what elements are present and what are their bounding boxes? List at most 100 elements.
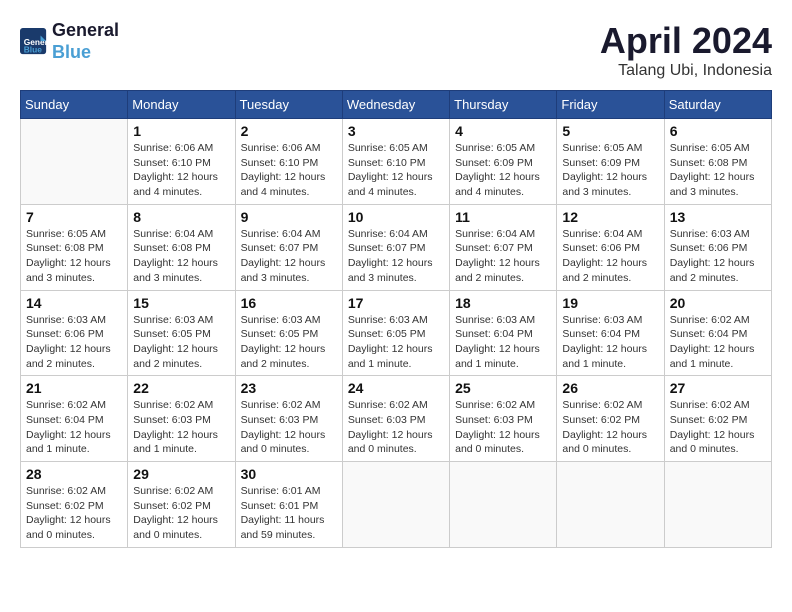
calendar-cell: 11Sunrise: 6:04 AM Sunset: 6:07 PM Dayli… xyxy=(450,204,557,290)
day-info: Sunrise: 6:03 AM Sunset: 6:06 PM Dayligh… xyxy=(26,313,122,372)
calendar-cell: 16 Sunrise: 6:03 AM Sunset: 6:05 PM Dayli… xyxy=(235,290,342,376)
day-number: 24 xyxy=(348,380,444,396)
calendar-cell xyxy=(664,462,771,548)
day-info: Sunrise: 6:02 AM Sunset: 6:03 PM Dayligh… xyxy=(348,398,444,457)
day-number: 8 xyxy=(133,209,229,225)
day-info: Sunrise: 6:02 AM Sunset: 6:03 PM Dayligh… xyxy=(241,398,337,457)
main-title: April 2024 xyxy=(600,20,772,62)
calendar-cell: 26Sunrise: 6:02 AM Sunset: 6:02 PM Dayli… xyxy=(557,376,664,462)
calendar-cell: 10Sunrise: 6:04 AM Sunset: 6:07 PM Dayli… xyxy=(342,204,449,290)
day-info: Sunrise: 6:02 AM Sunset: 6:03 PM Dayligh… xyxy=(455,398,551,457)
day-number: 7 xyxy=(26,209,122,225)
calendar-cell: 29Sunrise: 6:02 AM Sunset: 6:02 PM Dayli… xyxy=(128,462,235,548)
day-info: Sunrise: 6:02 AM Sunset: 6:02 PM Dayligh… xyxy=(670,398,766,457)
logo-icon: General Blue xyxy=(20,28,48,56)
page-header: General Blue General Blue April 2024 Tal… xyxy=(20,20,772,80)
calendar-cell: 21 Sunrise: 6:02 AM Sunset: 6:04 PM Dayli… xyxy=(21,376,128,462)
day-number: 9 xyxy=(241,209,337,225)
calendar-cell: 6 Sunrise: 6:05 AM Sunset: 6:08 PM Daylig… xyxy=(664,119,771,205)
calendar-cell: 15 Sunrise: 6:03 AM Sunset: 6:05 PM Dayli… xyxy=(128,290,235,376)
day-number: 5 xyxy=(562,123,658,139)
day-number: 30 xyxy=(241,466,337,482)
day-number: 23 xyxy=(241,380,337,396)
day-number: 3 xyxy=(348,123,444,139)
calendar-cell: 18 Sunrise: 6:03 AM Sunset: 6:04 PM Dayli… xyxy=(450,290,557,376)
day-number: 13 xyxy=(670,209,766,225)
day-number: 1 xyxy=(133,123,229,139)
day-info: Sunrise: 6:04 AM Sunset: 6:07 PM Dayligh… xyxy=(348,227,444,286)
day-info: Sunrise: 6:03 AM Sunset: 6:05 PM Dayligh… xyxy=(133,313,229,372)
calendar-day-header: Friday xyxy=(557,91,664,119)
title-block: April 2024 Talang Ubi, Indonesia xyxy=(600,20,772,80)
day-info: Sunrise: 6:04 AM Sunset: 6:08 PM Dayligh… xyxy=(133,227,229,286)
day-info: Sunrise: 6:06 AM Sunset: 6:10 PM Dayligh… xyxy=(133,141,229,200)
calendar-day-header: Tuesday xyxy=(235,91,342,119)
day-number: 16 xyxy=(241,295,337,311)
calendar-cell xyxy=(21,119,128,205)
day-info: Sunrise: 6:02 AM Sunset: 6:04 PM Dayligh… xyxy=(26,398,122,457)
logo: General Blue General Blue xyxy=(20,20,119,63)
day-info: Sunrise: 6:02 AM Sunset: 6:02 PM Dayligh… xyxy=(26,484,122,543)
day-number: 14 xyxy=(26,295,122,311)
calendar-day-header: Wednesday xyxy=(342,91,449,119)
calendar-cell: 9 Sunrise: 6:04 AM Sunset: 6:07 PM Daylig… xyxy=(235,204,342,290)
day-info: Sunrise: 6:03 AM Sunset: 6:05 PM Dayligh… xyxy=(241,313,337,372)
day-info: Sunrise: 6:04 AM Sunset: 6:07 PM Dayligh… xyxy=(455,227,551,286)
day-info: Sunrise: 6:01 AM Sunset: 6:01 PM Dayligh… xyxy=(241,484,337,543)
calendar-cell: 3Sunrise: 6:05 AM Sunset: 6:10 PM Daylig… xyxy=(342,119,449,205)
day-info: Sunrise: 6:02 AM Sunset: 6:02 PM Dayligh… xyxy=(562,398,658,457)
day-info: Sunrise: 6:05 AM Sunset: 6:08 PM Dayligh… xyxy=(26,227,122,286)
day-info: Sunrise: 6:03 AM Sunset: 6:04 PM Dayligh… xyxy=(455,313,551,372)
logo-text: General Blue xyxy=(52,20,119,63)
day-number: 4 xyxy=(455,123,551,139)
day-info: Sunrise: 6:05 AM Sunset: 6:09 PM Dayligh… xyxy=(562,141,658,200)
calendar-header-row: SundayMondayTuesdayWednesdayThursdayFrid… xyxy=(21,91,772,119)
calendar-table: SundayMondayTuesdayWednesdayThursdayFrid… xyxy=(20,90,772,548)
day-number: 2 xyxy=(241,123,337,139)
calendar-week-row: 1 Sunrise: 6:06 AM Sunset: 6:10 PM Daylig… xyxy=(21,119,772,205)
calendar-cell: 14 Sunrise: 6:03 AM Sunset: 6:06 PM Dayli… xyxy=(21,290,128,376)
calendar-cell: 4Sunrise: 6:05 AM Sunset: 6:09 PM Daylig… xyxy=(450,119,557,205)
day-number: 25 xyxy=(455,380,551,396)
calendar-cell: 8 Sunrise: 6:04 AM Sunset: 6:08 PM Daylig… xyxy=(128,204,235,290)
day-number: 15 xyxy=(133,295,229,311)
day-number: 21 xyxy=(26,380,122,396)
calendar-week-row: 28 Sunrise: 6:02 AM Sunset: 6:02 PM Dayli… xyxy=(21,462,772,548)
calendar-day-header: Saturday xyxy=(664,91,771,119)
day-info: Sunrise: 6:04 AM Sunset: 6:06 PM Dayligh… xyxy=(562,227,658,286)
calendar-cell: 5 Sunrise: 6:05 AM Sunset: 6:09 PM Daylig… xyxy=(557,119,664,205)
day-info: Sunrise: 6:05 AM Sunset: 6:08 PM Dayligh… xyxy=(670,141,766,200)
day-info: Sunrise: 6:03 AM Sunset: 6:06 PM Dayligh… xyxy=(670,227,766,286)
calendar-cell: 23 Sunrise: 6:02 AM Sunset: 6:03 PM Dayli… xyxy=(235,376,342,462)
day-info: Sunrise: 6:02 AM Sunset: 6:02 PM Dayligh… xyxy=(133,484,229,543)
calendar-cell: 17 Sunrise: 6:03 AM Sunset: 6:05 PM Dayli… xyxy=(342,290,449,376)
day-number: 17 xyxy=(348,295,444,311)
calendar-week-row: 14 Sunrise: 6:03 AM Sunset: 6:06 PM Dayli… xyxy=(21,290,772,376)
day-number: 6 xyxy=(670,123,766,139)
calendar-cell: 2 Sunrise: 6:06 AM Sunset: 6:10 PM Daylig… xyxy=(235,119,342,205)
calendar-cell: 1 Sunrise: 6:06 AM Sunset: 6:10 PM Daylig… xyxy=(128,119,235,205)
calendar-day-header: Sunday xyxy=(21,91,128,119)
calendar-cell: 22Sunrise: 6:02 AM Sunset: 6:03 PM Dayli… xyxy=(128,376,235,462)
day-info: Sunrise: 6:03 AM Sunset: 6:05 PM Dayligh… xyxy=(348,313,444,372)
calendar-week-row: 7 Sunrise: 6:05 AM Sunset: 6:08 PM Daylig… xyxy=(21,204,772,290)
calendar-day-header: Thursday xyxy=(450,91,557,119)
day-info: Sunrise: 6:06 AM Sunset: 6:10 PM Dayligh… xyxy=(241,141,337,200)
day-info: Sunrise: 6:02 AM Sunset: 6:04 PM Dayligh… xyxy=(670,313,766,372)
day-number: 18 xyxy=(455,295,551,311)
day-info: Sunrise: 6:04 AM Sunset: 6:07 PM Dayligh… xyxy=(241,227,337,286)
day-number: 28 xyxy=(26,466,122,482)
calendar-cell: 27 Sunrise: 6:02 AM Sunset: 6:02 PM Dayli… xyxy=(664,376,771,462)
calendar-cell xyxy=(342,462,449,548)
calendar-week-row: 21 Sunrise: 6:02 AM Sunset: 6:04 PM Dayli… xyxy=(21,376,772,462)
calendar-cell: 24 Sunrise: 6:02 AM Sunset: 6:03 PM Dayli… xyxy=(342,376,449,462)
calendar-cell: 19Sunrise: 6:03 AM Sunset: 6:04 PM Dayli… xyxy=(557,290,664,376)
day-number: 12 xyxy=(562,209,658,225)
calendar-cell xyxy=(557,462,664,548)
calendar-day-header: Monday xyxy=(128,91,235,119)
calendar-cell: 28 Sunrise: 6:02 AM Sunset: 6:02 PM Dayli… xyxy=(21,462,128,548)
day-number: 27 xyxy=(670,380,766,396)
day-info: Sunrise: 6:02 AM Sunset: 6:03 PM Dayligh… xyxy=(133,398,229,457)
day-info: Sunrise: 6:03 AM Sunset: 6:04 PM Dayligh… xyxy=(562,313,658,372)
calendar-cell: 30 Sunrise: 6:01 AM Sunset: 6:01 PM Dayli… xyxy=(235,462,342,548)
